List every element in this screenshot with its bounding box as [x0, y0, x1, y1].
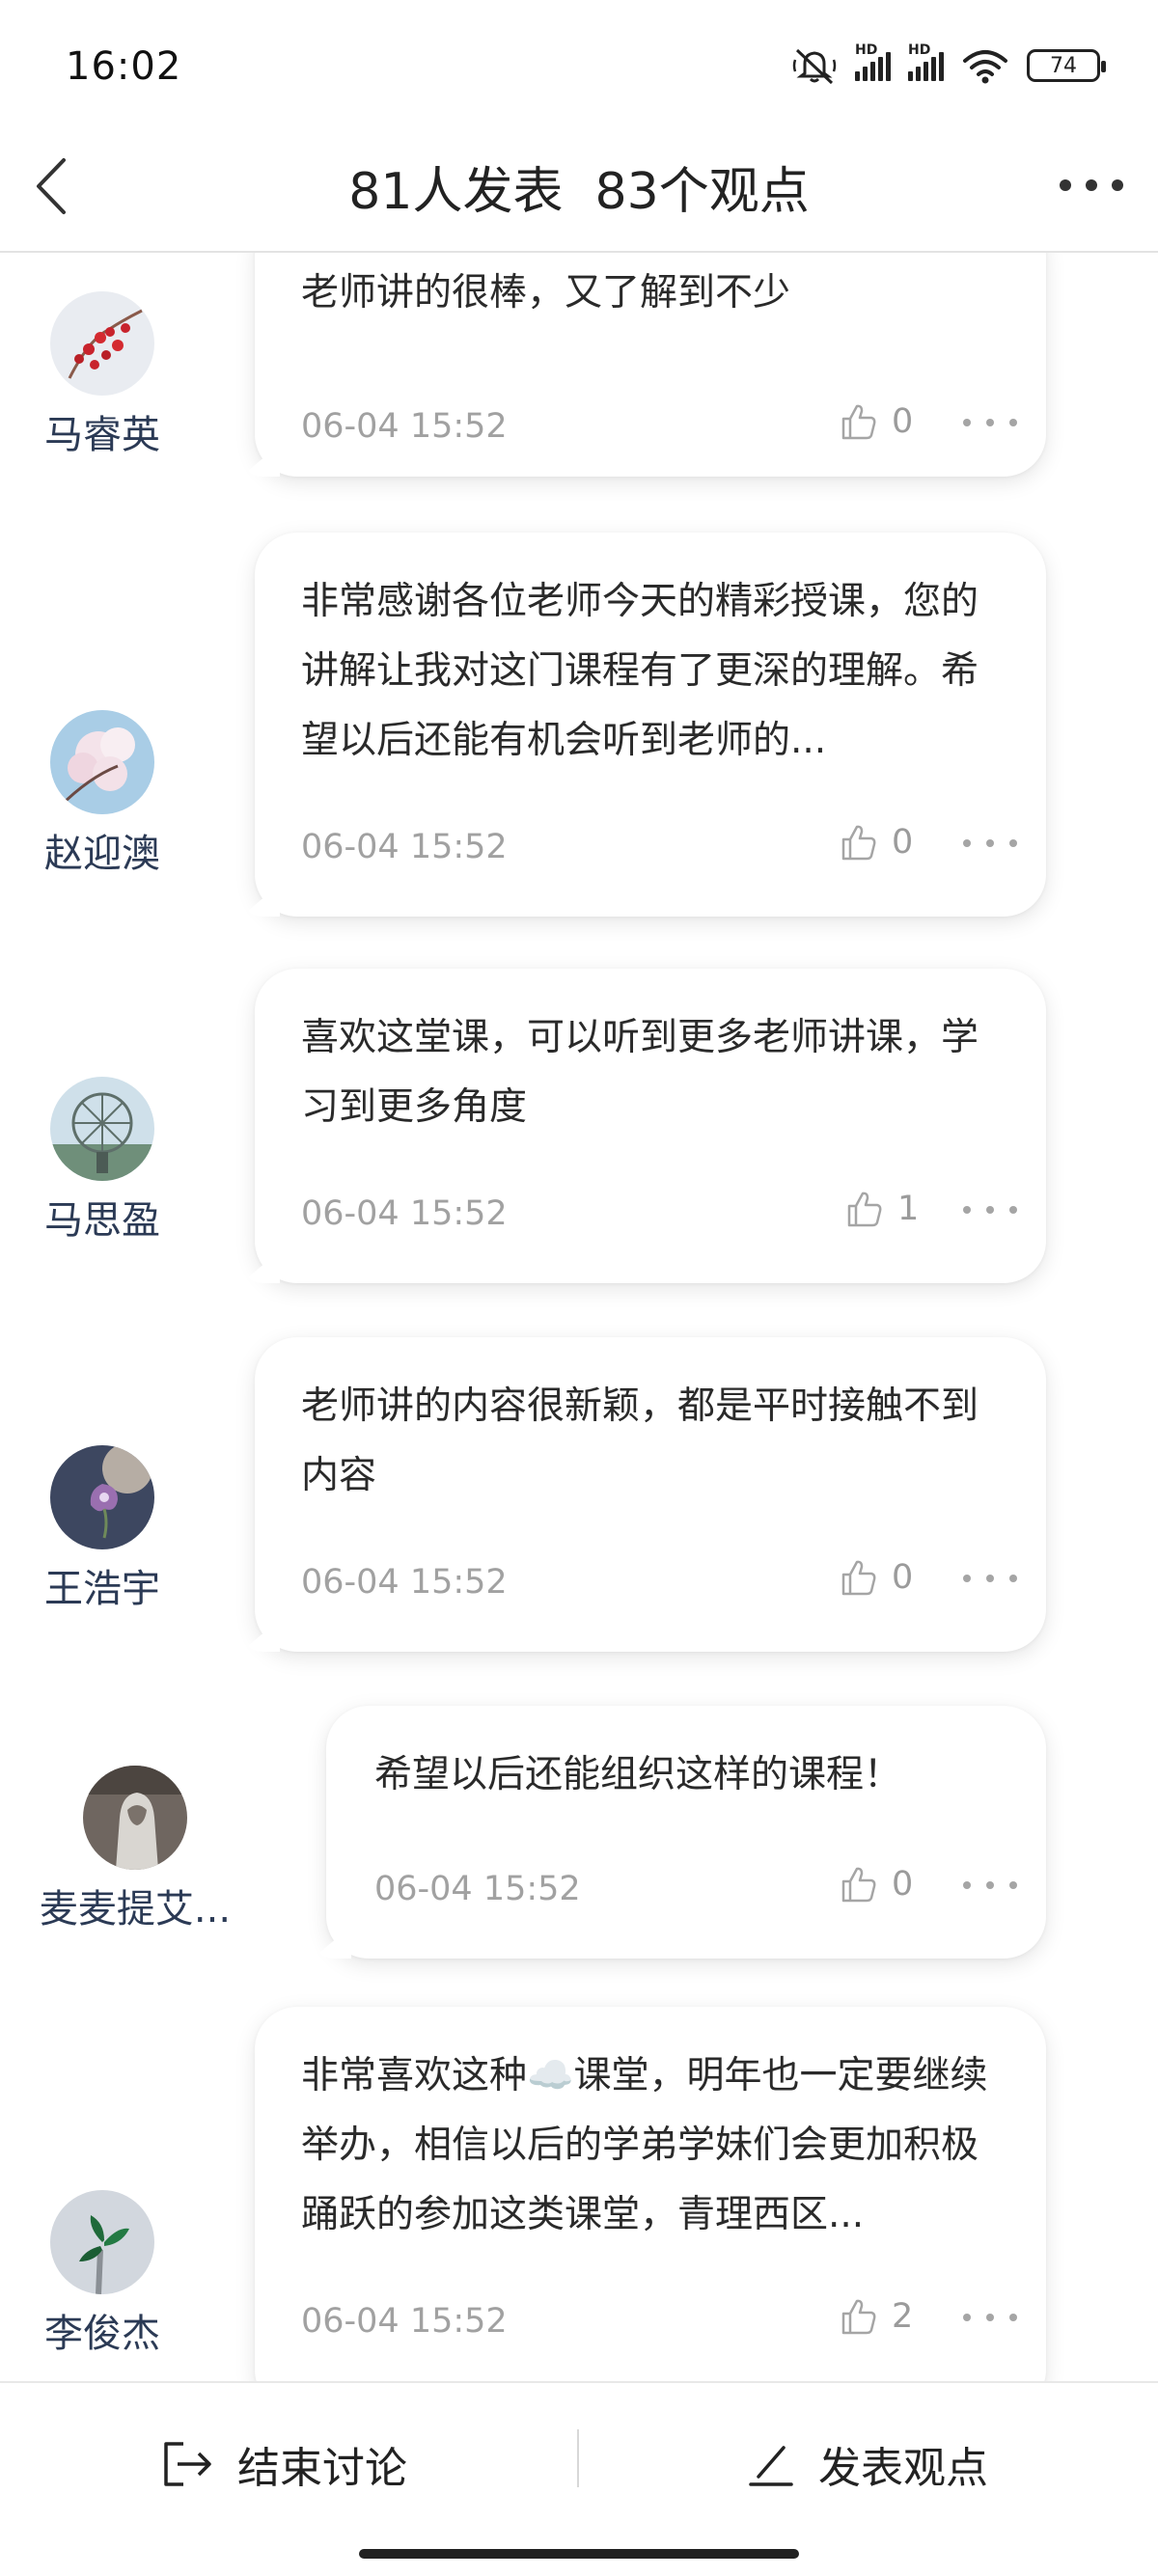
author-name: 王浩宇	[44, 1567, 160, 1611]
avatar[interactable]	[50, 1445, 154, 1549]
comment-bubble[interactable]: 希望以后还能组织这样的课程！ 06-04 15:52 0	[326, 1706, 1046, 1959]
status-time: 16:02	[66, 44, 182, 89]
opinions-count: 83个观点	[594, 163, 810, 221]
like-count: 0	[892, 1558, 914, 1597]
more-icon[interactable]	[1048, 154, 1135, 216]
author: 马思盈	[6, 1077, 199, 1245]
signal-1-icon: HD	[855, 42, 891, 81]
list-item: 马思盈 喜欢这堂课，可以听到更多老师讲课，学习到更多角度 06-04 15:52…	[0, 969, 1158, 1297]
status-bar: 16:02 HD HD 74	[0, 0, 1158, 125]
comment-time: 06-04 15:52	[301, 828, 508, 866]
like-count: 0	[892, 1865, 914, 1904]
list-item: 赵迎澳 非常感谢各位老师今天的精彩授课，您的讲解让我对这门课程有了更深的理解。希…	[0, 533, 1158, 928]
comment-time: 06-04 15:52	[301, 407, 508, 446]
more-options-icon[interactable]	[959, 1200, 1021, 1219]
author-name: 赵迎澳	[44, 832, 160, 876]
list-item: 麦麦提艾... 希望以后还能组织这样的课程！ 06-04 15:52 0	[0, 1706, 1158, 1976]
home-indicator[interactable]	[359, 2549, 799, 2559]
battery-level: 74	[1050, 53, 1077, 78]
mute-icon	[792, 48, 837, 85]
more-options-icon[interactable]	[959, 413, 1021, 432]
divider	[577, 2429, 579, 2487]
like-button[interactable]: 2	[838, 2296, 913, 2337]
thumbs-up-icon	[841, 1560, 876, 1596]
avatar[interactable]	[83, 1766, 187, 1870]
more-options-icon[interactable]	[959, 1876, 1021, 1895]
comment-time: 06-04 15:52	[301, 2302, 508, 2341]
comment-footer: 06-04 15:52	[301, 1194, 1046, 1233]
avatar[interactable]	[50, 2190, 154, 2294]
comment-footer: 06-04 15:52	[301, 1563, 1046, 1602]
author: 李俊杰	[6, 2190, 199, 2358]
battery-icon: 74	[1027, 49, 1106, 82]
status-icons: HD HD 74	[791, 42, 1106, 85]
author: 麦麦提艾...	[39, 1766, 232, 1933]
avatar[interactable]	[50, 710, 154, 814]
comment-bubble[interactable]: 非常喜欢这种☁️课堂，明年也一定要继续举办，相信以后的学弟学妹们会更加积极踊跃的…	[255, 2007, 1046, 2381]
list-item: 李俊杰 非常喜欢这种☁️课堂，明年也一定要继续举办，相信以后的学弟学妹们会更加积…	[0, 2007, 1158, 2381]
more-options-icon[interactable]	[959, 2308, 1021, 2327]
like-count: 0	[892, 823, 914, 862]
bottom-action-bar: 结束讨论 发表观点	[0, 2381, 1158, 2576]
like-count: 0	[892, 402, 914, 441]
comment-bubble[interactable]: 老师讲的很棒，又了解到不少 06-04 15:52 0	[255, 253, 1046, 477]
comment-text: 喜欢这堂课，可以听到更多老师讲课，学习到更多角度	[301, 1016, 979, 1129]
like-button[interactable]: 0	[838, 401, 913, 442]
thumbs-up-icon	[841, 825, 876, 861]
comment-time: 06-04 15:52	[301, 1194, 508, 1233]
comment-time: 06-04 15:52	[301, 1563, 508, 1602]
end-discussion-label: 结束讨论	[237, 2444, 407, 2493]
post-opinion-button[interactable]: 发表观点	[745, 2433, 988, 2495]
author: 赵迎澳	[6, 710, 199, 878]
avatar[interactable]	[50, 1077, 154, 1181]
page-title: 81人发表 83个观点	[0, 151, 1158, 223]
author-name: 李俊杰	[44, 2312, 160, 2356]
thumbs-up-icon	[841, 1867, 876, 1903]
more-options-icon[interactable]	[959, 1569, 1021, 1588]
post-opinion-label: 发表观点	[818, 2444, 988, 2493]
end-discussion-button[interactable]: 结束讨论	[158, 2433, 407, 2495]
like-button[interactable]: 1	[843, 1189, 919, 1229]
comment-footer: 06-04 15:52	[301, 828, 1046, 866]
comment-text: 非常喜欢这种☁️课堂，明年也一定要继续举办，相信以后的学弟学妹们会更加积极踊跃的…	[301, 2054, 988, 2236]
list-item: 马睿英 老师讲的很棒，又了解到不少 06-04 15:52 0	[0, 253, 1158, 494]
comment-footer: 06-04 15:52	[374, 1870, 1046, 1908]
comment-footer: 06-04 15:52	[301, 407, 1046, 446]
exit-icon	[164, 2442, 211, 2486]
avatar[interactable]	[50, 291, 154, 396]
comment-text: 希望以后还能组织这样的课程！	[374, 1753, 902, 1796]
author-name: 麦麦提艾...	[39, 1887, 232, 1932]
comment-text: 非常感谢各位老师今天的精彩授课，您的讲解让我对这门课程有了更深的理解。希望以后还…	[301, 580, 979, 762]
participants-count: 81人发表	[348, 163, 564, 221]
author: 王浩宇	[6, 1445, 199, 1613]
signal-2-icon: HD	[908, 42, 944, 81]
comment-bubble[interactable]: 老师讲的内容很新颖，都是平时接触不到内容 06-04 15:52 0	[255, 1337, 1046, 1652]
comment-time: 06-04 15:52	[374, 1870, 581, 1908]
thumbs-up-icon	[841, 404, 876, 440]
comment-bubble[interactable]: 非常感谢各位老师今天的精彩授课，您的讲解让我对这门课程有了更深的理解。希望以后还…	[255, 533, 1046, 917]
like-count: 1	[897, 1190, 920, 1228]
author-name: 马睿英	[44, 413, 160, 457]
nav-bar: 81人发表 83个观点	[0, 125, 1158, 253]
comment-text: 老师讲的内容很新颖，都是平时接触不到内容	[301, 1384, 979, 1497]
thumbs-up-icon	[841, 2299, 876, 2335]
author-name: 马思盈	[44, 1198, 160, 1243]
like-button[interactable]: 0	[838, 1557, 913, 1598]
pen-icon	[749, 2446, 793, 2486]
thumbs-up-icon	[847, 1192, 882, 1227]
discussion-list[interactable]: 马睿英 老师讲的很棒，又了解到不少 06-04 15:52 0 赵迎澳 非常感谢…	[0, 253, 1158, 2381]
wifi-icon	[963, 50, 1007, 84]
comment-bubble[interactable]: 喜欢这堂课，可以听到更多老师讲课，学习到更多角度 06-04 15:52 1	[255, 969, 1046, 1283]
list-item: 王浩宇 老师讲的内容很新颖，都是平时接触不到内容 06-04 15:52 0	[0, 1337, 1158, 1665]
comment-text: 老师讲的很棒，又了解到不少	[301, 271, 791, 315]
like-button[interactable]: 0	[838, 1864, 913, 1905]
like-button[interactable]: 0	[838, 822, 913, 863]
comment-footer: 06-04 15:52	[301, 2302, 1046, 2341]
more-options-icon[interactable]	[959, 834, 1021, 853]
author: 马睿英	[6, 291, 199, 459]
like-count: 2	[892, 2297, 914, 2336]
